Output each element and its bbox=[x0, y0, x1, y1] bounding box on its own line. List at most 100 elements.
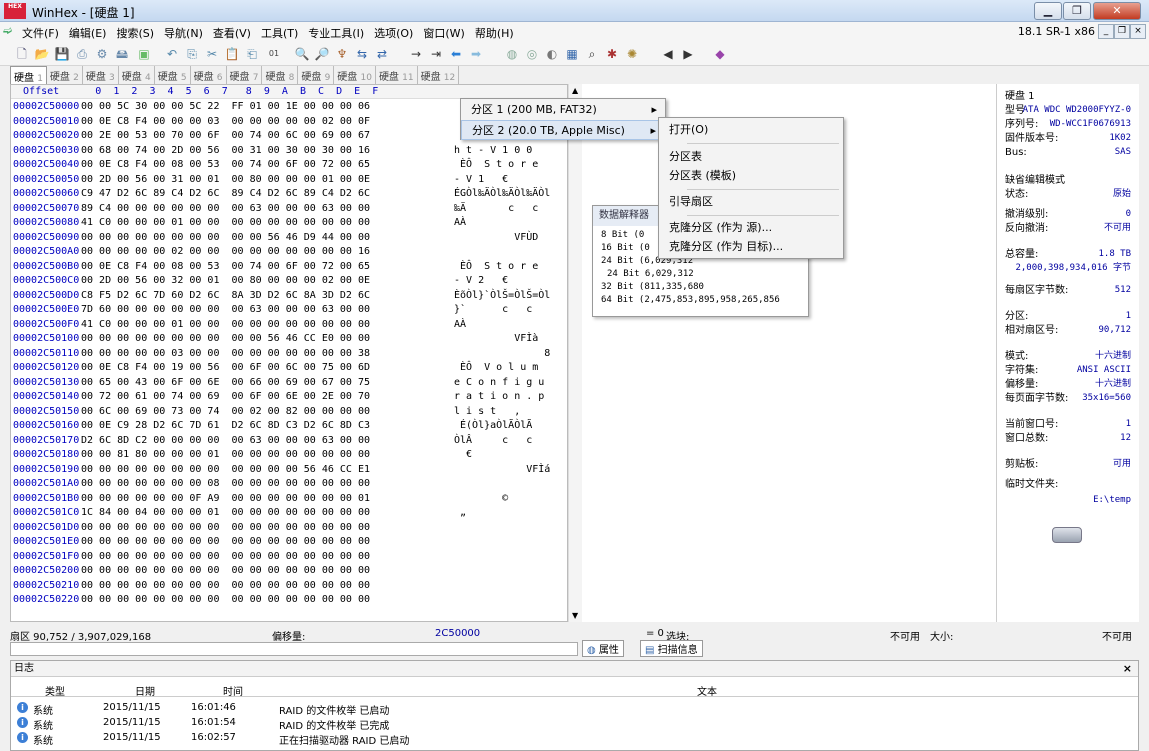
hex-bytes[interactable]: 00 0E C8 F4 00 19 00 56 00 6F 00 6C 00 7… bbox=[81, 361, 370, 374]
properties-icon[interactable]: ⚙ bbox=[94, 46, 110, 62]
tab-disk-2[interactable]: 硬盘 2 bbox=[47, 66, 83, 84]
hex-text[interactable]: © bbox=[454, 492, 508, 505]
find-hex-icon[interactable]: 🔎 bbox=[314, 46, 330, 62]
hex-bytes[interactable]: 00 0E C8 F4 00 08 00 53 00 74 00 6F 00 7… bbox=[81, 260, 370, 273]
menu-item-clone-target[interactable]: 克隆分区 (作为 目标)... bbox=[659, 237, 843, 257]
hex-text[interactable]: h t - V 1 0 0 bbox=[454, 144, 532, 157]
disk-tool-3-icon[interactable]: ◐ bbox=[544, 46, 560, 62]
tab-disk-6[interactable]: 硬盘 6 bbox=[191, 66, 227, 84]
hex-text[interactable]: - V 2 € bbox=[454, 274, 508, 287]
minimize-button[interactable]: ▁ bbox=[1034, 2, 1062, 20]
scroll-up-icon[interactable]: ▲ bbox=[572, 86, 578, 95]
hex-text[interactable]: ÈÔ V o l u m bbox=[454, 361, 538, 374]
hex-text[interactable]: ÒlÂ c c bbox=[454, 434, 532, 447]
hex-text[interactable]: AÀ bbox=[454, 318, 466, 331]
hex-bytes[interactable]: 00 00 5C 30 00 00 5C 22 FF 01 00 1E 00 0… bbox=[81, 100, 370, 113]
tab-disk-7[interactable]: 硬盘 7 bbox=[227, 66, 263, 84]
menu-item[interactable]: 选项(O) bbox=[374, 25, 413, 41]
hex-bytes[interactable]: 00 00 81 80 00 00 00 01 00 00 00 00 00 0… bbox=[81, 448, 370, 461]
disk-tool-1-icon[interactable]: ◍ bbox=[504, 46, 520, 62]
log-col-text[interactable]: 文本 bbox=[697, 683, 717, 698]
hex-editor-pane[interactable]: Offset 0 1 2 3 4 5 6 7 8 9 A B C D E F 0… bbox=[10, 84, 568, 622]
hex-bytes[interactable]: 00 68 00 74 00 2D 00 56 00 31 00 30 00 3… bbox=[81, 144, 370, 157]
calculator-icon[interactable]: ✱ bbox=[604, 46, 620, 62]
tab-disk-9[interactable]: 硬盘 9 bbox=[298, 66, 335, 84]
save-icon[interactable]: 💾 bbox=[54, 46, 70, 62]
print-icon[interactable]: ⎙ bbox=[74, 46, 90, 62]
menu-item-open[interactable]: 打开(O) bbox=[659, 120, 843, 140]
hex-text[interactable]: ÈõÒl}`ÒlŠ=ÒlŠ=Òl bbox=[454, 289, 550, 302]
hex-text[interactable]: - V 1 € bbox=[454, 173, 508, 186]
hex-bytes[interactable]: 41 C0 00 00 00 01 00 00 00 00 00 00 00 0… bbox=[81, 318, 370, 331]
hex-bytes[interactable]: 00 6C 00 69 00 73 00 74 00 02 00 82 00 0… bbox=[81, 405, 370, 418]
hash-icon[interactable]: ✺ bbox=[624, 46, 640, 62]
hex-bytes[interactable]: 00 72 00 61 00 74 00 69 00 6F 00 6E 00 2… bbox=[81, 390, 370, 403]
hex-text[interactable]: AÀ bbox=[454, 216, 466, 229]
tab-disk-1[interactable]: 硬盘 1 bbox=[10, 66, 47, 84]
winhex-app-icon[interactable]: HEX bbox=[4, 3, 26, 19]
hex-bytes[interactable]: 00 00 00 00 00 00 0F A9 00 00 00 00 00 0… bbox=[81, 492, 370, 505]
hex-bytes[interactable]: 00 00 00 00 00 00 00 00 00 00 00 00 56 4… bbox=[81, 463, 370, 476]
hex-scrollbar[interactable]: ▲ ▼ bbox=[568, 84, 582, 622]
hex-bytes[interactable]: 89 C4 00 00 00 00 00 00 00 63 00 00 00 6… bbox=[81, 202, 370, 215]
copy-icon[interactable]: ⎘ bbox=[184, 46, 200, 62]
find-again-icon[interactable]: ⇄ bbox=[374, 46, 390, 62]
hex-bytes[interactable]: 00 00 00 00 00 02 00 00 00 00 00 00 00 0… bbox=[81, 245, 370, 258]
hex-bytes[interactable]: 00 00 00 00 00 00 00 08 00 00 00 00 00 0… bbox=[81, 477, 370, 490]
hex-text[interactable]: € bbox=[454, 448, 472, 461]
tab-disk-10[interactable]: 硬盘 10 bbox=[334, 66, 376, 84]
ram-editor-icon[interactable]: ▦ bbox=[564, 46, 580, 62]
replace-text-icon[interactable]: ♆ bbox=[334, 46, 350, 62]
tab-disk-11[interactable]: 硬盘 11 bbox=[376, 66, 418, 84]
hex-bytes[interactable]: D2 6C 8D C2 00 00 00 00 00 63 00 00 00 6… bbox=[81, 434, 370, 447]
tab-scan-info[interactable]: ▤ 扫描信息 bbox=[640, 640, 703, 657]
tab-disk-3[interactable]: 硬盘 3 bbox=[83, 66, 119, 84]
log-col-date[interactable]: 日期 bbox=[135, 683, 155, 698]
menu-item[interactable]: 导航(N) bbox=[164, 25, 203, 41]
new-file-icon[interactable]: 🗋 bbox=[14, 46, 30, 62]
log-row[interactable]: i 系统 2015/11/15 16:01:46 RAID 的文件枚举 已启动 bbox=[11, 701, 1138, 717]
log-col-time[interactable]: 时间 bbox=[223, 683, 243, 698]
hex-bytes[interactable]: 00 0E C8 F4 00 08 00 53 00 74 00 6F 00 7… bbox=[81, 158, 370, 171]
hex-text[interactable]: ÉGÒl‰ÄÒl‰ÄÒl‰ÄÒl bbox=[454, 187, 550, 200]
open-disk-icon[interactable]: 🖴 bbox=[114, 46, 130, 62]
replace-hex-icon[interactable]: ⇆ bbox=[354, 46, 370, 62]
menu-item-clone-source[interactable]: 克隆分区 (作为 源)... bbox=[659, 218, 843, 238]
hex-text[interactable]: e C o n f i g u bbox=[454, 376, 544, 389]
menu-arrow-icon[interactable]: ➫ bbox=[3, 24, 12, 37]
menu-item[interactable]: 查看(V) bbox=[213, 25, 251, 41]
log-close-button[interactable]: × bbox=[1123, 661, 1132, 677]
hex-bytes[interactable]: 00 2D 00 56 00 32 00 01 00 80 00 00 00 0… bbox=[81, 274, 370, 287]
hex-text[interactable]: É(Òl}aÒlÃÒlÃ bbox=[454, 419, 532, 432]
hex-bytes[interactable]: 00 65 00 43 00 6F 00 6E 00 66 00 69 00 6… bbox=[81, 376, 370, 389]
help-book-icon[interactable]: ◆ bbox=[712, 46, 728, 62]
log-row[interactable]: i 系统 2015/11/15 16:02:57 正在扫描驱动器 RAID 已启动 bbox=[11, 731, 1138, 747]
next-block-icon[interactable]: ▶ bbox=[680, 46, 696, 62]
hex-text[interactable]: r a t i o n . p bbox=[454, 390, 544, 403]
menu-item-partition-table-template[interactable]: 分区表 (模板) bbox=[659, 166, 843, 186]
goto-offset-icon[interactable]: → bbox=[408, 46, 424, 62]
hex-bytes[interactable]: 00 00 00 00 00 00 00 00 00 00 00 00 00 0… bbox=[81, 535, 370, 548]
hex-text[interactable]: VFÌà bbox=[454, 332, 538, 345]
hex-bytes[interactable]: 00 00 00 00 00 00 00 00 00 00 00 00 00 0… bbox=[81, 579, 370, 592]
disk-tool-2-icon[interactable]: ◎ bbox=[524, 46, 540, 62]
hex-bytes[interactable]: 00 00 00 00 00 00 00 00 00 00 00 00 00 0… bbox=[81, 550, 370, 563]
hex-bytes[interactable]: 00 0E C9 28 D2 6C 7D 61 D2 6C 8D C3 D2 6… bbox=[81, 419, 370, 432]
hex-convert-icon[interactable]: 01 bbox=[266, 46, 282, 62]
hex-bytes[interactable]: 00 00 00 00 00 00 00 00 00 00 56 46 D9 4… bbox=[81, 231, 370, 244]
hex-bytes[interactable]: C9 47 D2 6C 89 C4 D2 6C 89 C4 D2 6C 89 C… bbox=[81, 187, 370, 200]
menu-item-boot-sector[interactable]: 引导扇区 bbox=[659, 192, 843, 212]
menu-item-partition-1[interactable]: 分区 1 (200 MB, FAT32) ▸ bbox=[461, 100, 665, 120]
menu-item[interactable]: 窗口(W) bbox=[423, 25, 464, 41]
menu-item[interactable]: 专业工具(I) bbox=[308, 25, 364, 41]
hex-text[interactable]: VFÙD bbox=[454, 231, 538, 244]
hex-bytes[interactable]: 00 0E C8 F4 00 00 00 03 00 00 00 00 00 0… bbox=[81, 115, 370, 128]
mdi-close-button[interactable]: × bbox=[1130, 24, 1146, 39]
hex-text[interactable]: VFÌá bbox=[454, 463, 550, 476]
tab-disk-12[interactable]: 硬盘 12 bbox=[418, 66, 460, 84]
back-icon[interactable]: ⬅ bbox=[448, 46, 464, 62]
menu-item[interactable]: 搜索(S) bbox=[116, 25, 154, 41]
tab-disk-4[interactable]: 硬盘 4 bbox=[119, 66, 155, 84]
mdi-restore-button[interactable]: ❐ bbox=[1114, 24, 1130, 39]
open-folder-icon[interactable]: 📂 bbox=[34, 46, 50, 62]
